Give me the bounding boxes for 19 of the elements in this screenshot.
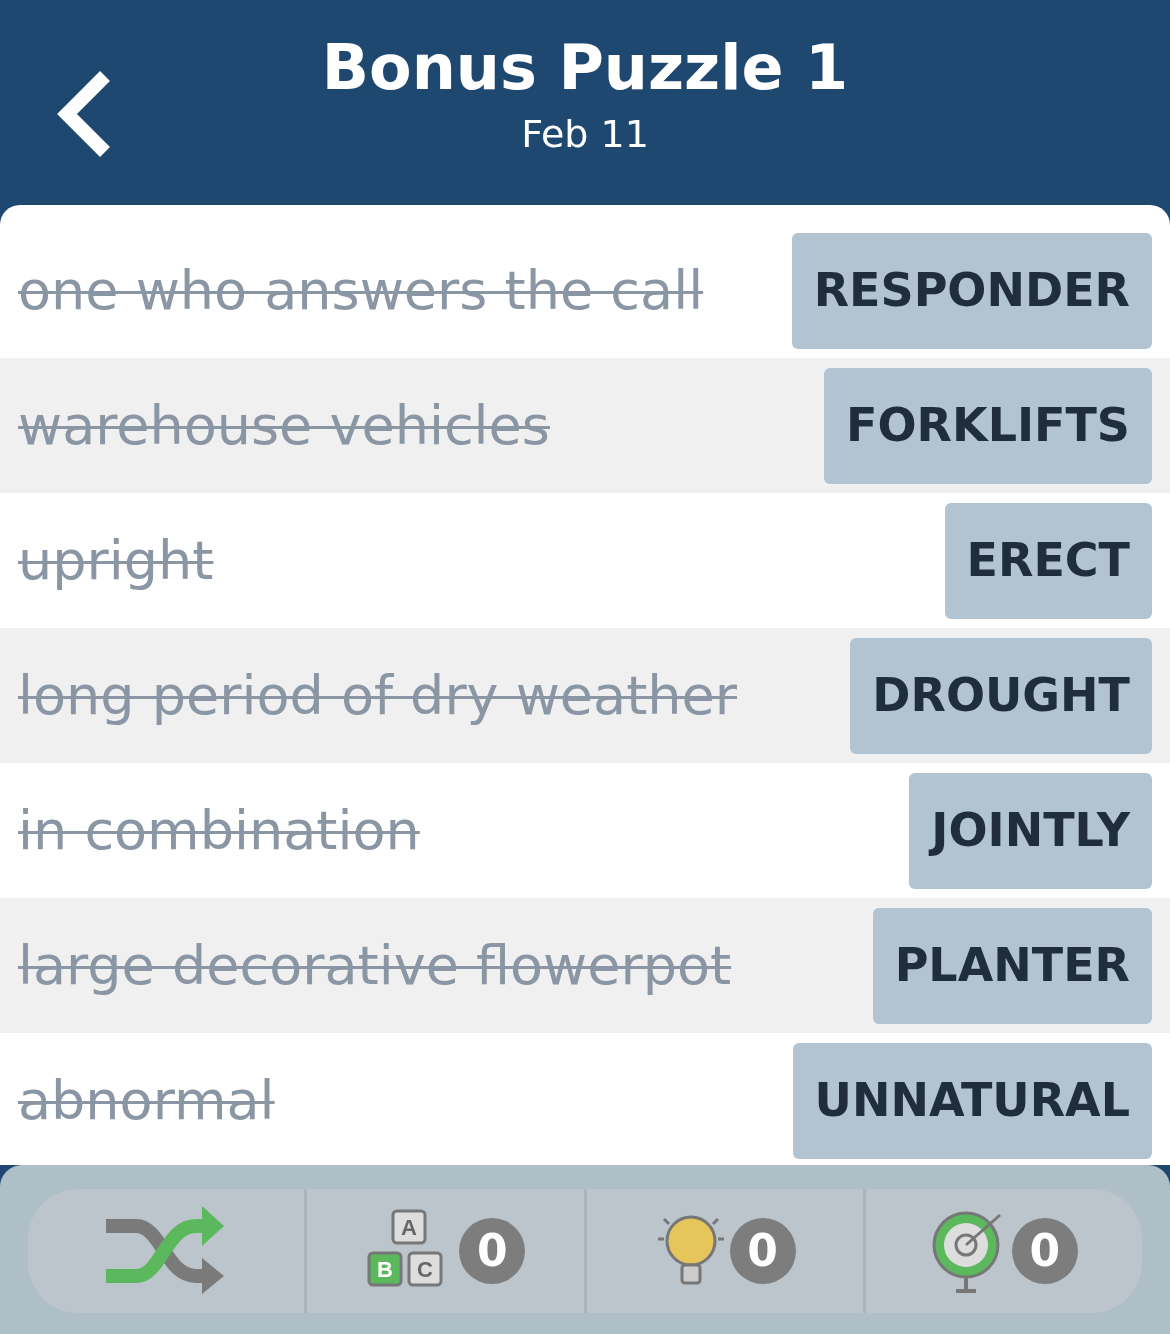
clue-text: in combination	[18, 798, 420, 864]
clue-text: long period of dry weather	[18, 663, 737, 729]
clue-text: abnormal	[18, 1068, 275, 1134]
clue-text: warehouse vehicles	[18, 393, 550, 459]
clue-text: upright	[18, 528, 214, 594]
clue-text: large decorative flowerpot	[18, 933, 732, 999]
answer-button[interactable]: PLANTER	[872, 907, 1152, 1024]
page-date: Feb 11	[521, 114, 649, 153]
count-badge: 0	[1011, 1218, 1078, 1284]
answer-button[interactable]: ERECT	[944, 502, 1152, 619]
page-title: Bonus Puzzle 1	[321, 36, 849, 99]
count-badge: 0	[729, 1218, 796, 1284]
answer-button[interactable]: UNNATURAL	[792, 1042, 1152, 1159]
answer-button[interactable]: DROUGHT	[850, 637, 1152, 754]
answer-button[interactable]: FORKLIFTS	[824, 367, 1152, 484]
answer-button[interactable]: RESPONDER	[791, 232, 1152, 349]
clue-text: one who answers the call	[18, 258, 704, 324]
count-badge: 0	[459, 1218, 526, 1284]
answer-button[interactable]: JOINTLY	[909, 772, 1152, 889]
